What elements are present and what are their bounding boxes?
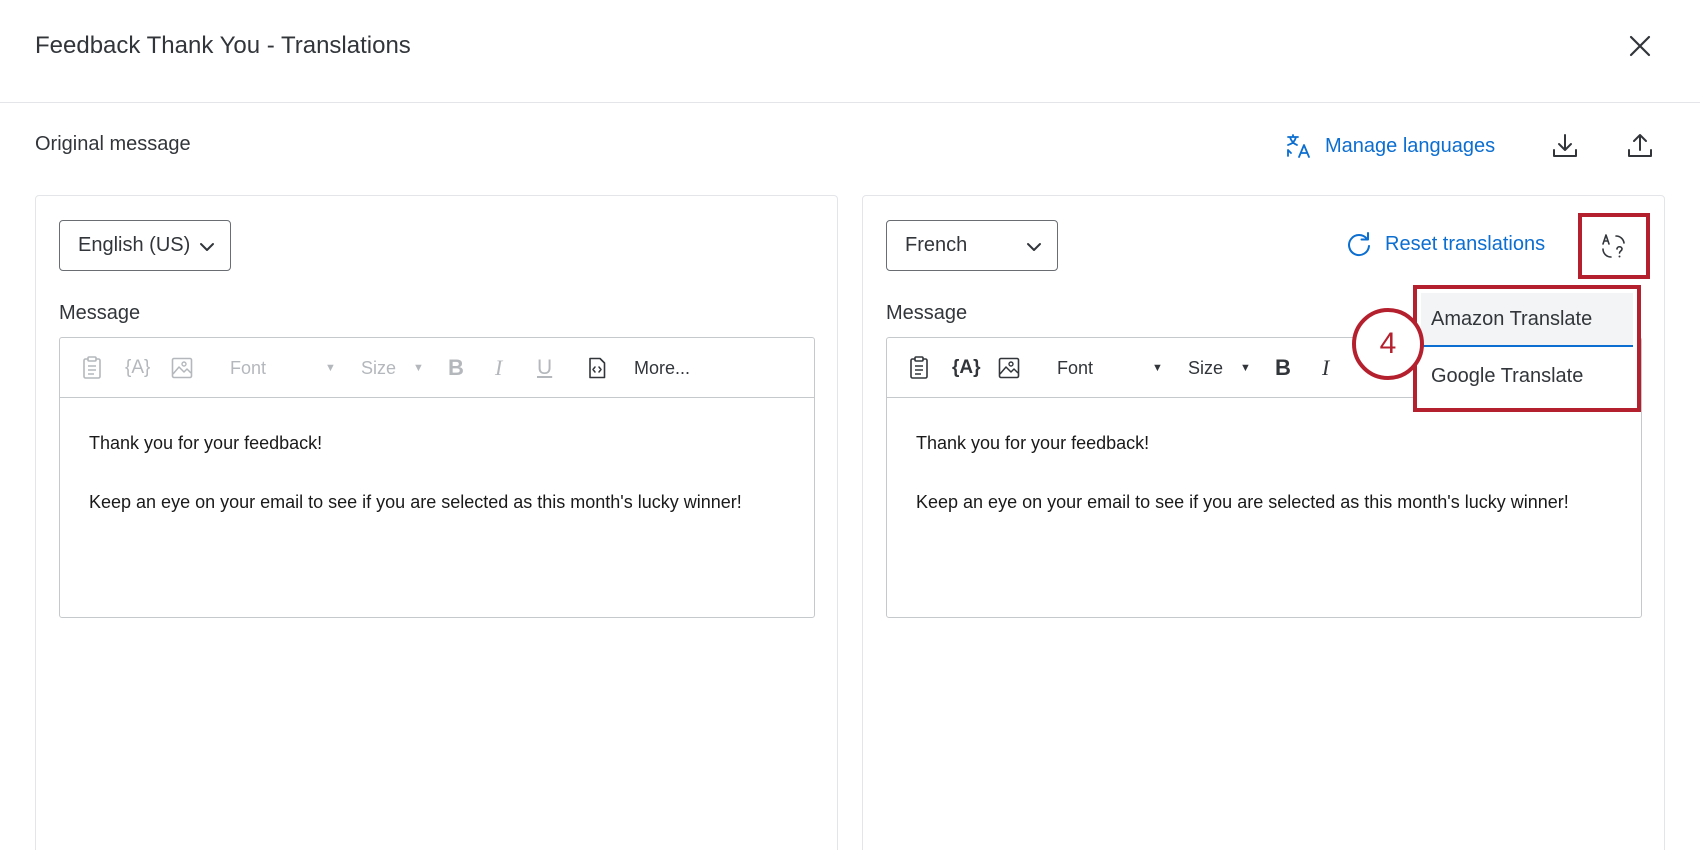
menu-item-amazon-translate[interactable]: Amazon Translate xyxy=(1421,293,1633,347)
message-body[interactable]: Thank you for your feedback! Keep an eye… xyxy=(89,431,742,549)
original-message-editor: {A} Font ▼ Size ▼ B I U More... Thank yo… xyxy=(59,337,815,618)
image-icon xyxy=(998,357,1020,379)
reset-translations-label: Reset translations xyxy=(1385,232,1546,255)
editor-toolbar: {A} Font ▼ Size ▼ B I xyxy=(60,338,814,398)
underline-button: U xyxy=(537,353,552,383)
message-body[interactable]: Thank you for your feedback! Keep an eye… xyxy=(916,431,1569,549)
download-button[interactable] xyxy=(1550,131,1580,161)
refresh-icon xyxy=(1348,232,1370,257)
auto-translate-icon xyxy=(1602,234,1625,258)
chevron-down-icon xyxy=(200,243,214,251)
italic-button: I xyxy=(495,353,502,383)
chevron-down-icon xyxy=(1027,243,1041,251)
translate-language-icon xyxy=(1287,134,1310,158)
original-message-label: Original message xyxy=(35,133,191,155)
menu-item-google-translate[interactable]: Google Translate xyxy=(1421,349,1633,403)
insert-image-button xyxy=(171,353,193,383)
target-language-select[interactable]: French xyxy=(886,220,1058,271)
piped-text-label: {A} xyxy=(125,357,151,378)
download-icon xyxy=(1553,134,1577,157)
original-message-panel: English (US) Message {A} Font ▼ Size ▼ B… xyxy=(35,195,838,850)
message-label: Message xyxy=(886,302,968,324)
machine-translate-button[interactable] xyxy=(1578,213,1650,279)
caret-down-icon: ▼ xyxy=(1152,362,1163,374)
font-select[interactable]: Font ▼ xyxy=(1057,353,1163,383)
size-select: Size ▼ xyxy=(361,353,424,383)
font-label: Font xyxy=(1057,357,1094,378)
size-select[interactable]: Size ▼ xyxy=(1188,353,1251,383)
bold-button[interactable]: B xyxy=(1275,353,1291,383)
close-button[interactable] xyxy=(1626,32,1654,60)
italic-label: I xyxy=(495,355,503,380)
piped-text-label: {A} xyxy=(952,357,981,378)
step-number-badge: 4 xyxy=(1352,308,1424,380)
source-code-button[interactable] xyxy=(587,353,607,383)
manage-languages-button[interactable]: Manage languages xyxy=(1285,130,1495,162)
source-code-icon xyxy=(589,357,606,379)
message-line-1: Thank you for your feedback! xyxy=(89,433,323,453)
font-select: Font ▼ xyxy=(230,353,336,383)
italic-label: I xyxy=(1322,355,1330,380)
piped-text-button: {A} xyxy=(125,353,150,383)
upload-icon xyxy=(1628,134,1652,157)
clipboard-icon xyxy=(83,356,101,379)
caret-down-icon: ▼ xyxy=(413,362,424,374)
menu-item-label: Google Translate xyxy=(1431,364,1584,387)
bold-label: B xyxy=(1275,355,1291,380)
piped-text-button[interactable]: {A} xyxy=(952,353,981,383)
reset-translations-button[interactable]: Reset translations xyxy=(1345,230,1545,258)
insert-image-button[interactable] xyxy=(998,353,1020,383)
translation-service-menu: Amazon Translate Google Translate xyxy=(1413,285,1641,412)
image-icon xyxy=(171,357,193,379)
message-line-2: Keep an eye on your email to see if you … xyxy=(916,492,1569,513)
italic-button[interactable]: I xyxy=(1322,353,1329,383)
bold-label: B xyxy=(448,355,464,380)
bold-button: B xyxy=(448,353,464,383)
caret-down-icon: ▼ xyxy=(325,362,336,374)
message-label: Message xyxy=(59,302,141,324)
message-line-2: Keep an eye on your email to see if you … xyxy=(89,492,742,513)
manage-languages-label: Manage languages xyxy=(1325,134,1496,157)
menu-item-label: Amazon Translate xyxy=(1431,307,1593,330)
upload-button[interactable] xyxy=(1625,131,1655,161)
source-language-select[interactable]: English (US) xyxy=(59,220,231,271)
target-language-value: French xyxy=(905,234,968,256)
source-language-value: English (US) xyxy=(78,234,191,256)
step-number: 4 xyxy=(1379,327,1397,360)
more-button[interactable]: More... xyxy=(634,353,690,383)
paste-button[interactable] xyxy=(909,353,929,383)
caret-down-icon: ▼ xyxy=(1240,362,1251,374)
dialog-header: Feedback Thank You - Translations xyxy=(0,0,1700,103)
clipboard-icon xyxy=(910,356,928,379)
more-label: More... xyxy=(634,357,691,378)
font-label: Font xyxy=(230,357,267,378)
close-icon xyxy=(1629,35,1651,57)
size-label: Size xyxy=(361,357,397,378)
dialog-title: Feedback Thank You - Translations xyxy=(35,32,411,59)
message-line-1: Thank you for your feedback! xyxy=(916,433,1150,453)
underline-label: U xyxy=(537,356,553,379)
size-label: Size xyxy=(1188,357,1224,378)
paste-button xyxy=(82,353,102,383)
